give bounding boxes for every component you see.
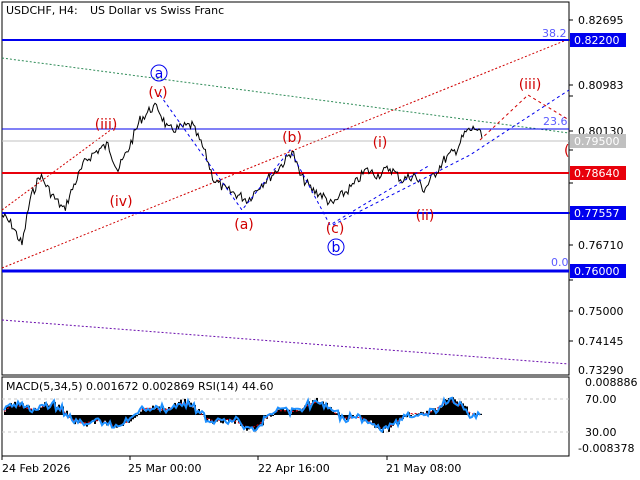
indicator-tick-max: 0.008886 <box>585 376 638 389</box>
wave-label-v: (v) <box>148 85 167 101</box>
trend-line-green <box>1 57 570 134</box>
price-tick-label: 0.74145 <box>578 335 624 348</box>
price-label-current: 0.79500 <box>570 134 626 148</box>
wave-label-b: b <box>327 238 345 256</box>
wave-label-i: (i) <box>373 135 388 151</box>
wave-label-cut: ( <box>564 143 569 159</box>
macd-bar <box>140 411 142 415</box>
macd-bar <box>278 409 280 415</box>
macd-bar <box>314 401 316 415</box>
macd-bar <box>208 415 210 419</box>
wave-label-iii: (iii) <box>95 117 118 133</box>
price-label-mid: 0.77557 <box>570 206 626 220</box>
macd-bar <box>282 408 284 415</box>
wave-path-blue <box>159 94 431 226</box>
channel-line-red-lower <box>1 125 117 211</box>
svg-text:0.76000: 0.76000 <box>574 265 620 278</box>
symbol-timeframe: USDCHF, H4: <box>6 4 78 17</box>
macd-bar <box>4 411 6 415</box>
symbol-description: US Dollar vs Swiss Franc <box>90 4 224 17</box>
svg-text:a: a <box>155 66 164 82</box>
macd-bar <box>8 406 10 415</box>
macd-bar <box>192 407 194 415</box>
price-tick-label: 0.82695 <box>578 14 624 27</box>
indicator-tick-min: -0.008378 <box>578 442 634 455</box>
chart-canvas: USDCHF, H4: US Dollar vs Swiss Franc 0.8… <box>1 1 638 475</box>
indicator-label: MACD(5,34,5) 0.001672 0.002869 RSI(14) 4… <box>6 380 273 393</box>
price-axis: 0.826950.809830.801300.767100.750000.741… <box>569 14 624 377</box>
rsi-line <box>3 396 481 434</box>
macd-bar <box>104 415 106 421</box>
macd-bar <box>370 415 372 421</box>
time-label-2: 25 Mar 00:00 <box>128 462 201 475</box>
macd-bar <box>250 415 252 428</box>
wave-label-a-minor: (a) <box>234 217 254 233</box>
macd-bar <box>118 415 120 427</box>
macd-bar <box>24 407 26 415</box>
macd-bar <box>440 407 442 415</box>
wave-projection-blue <box>332 89 570 226</box>
macd-bar <box>252 415 254 428</box>
price-tick-label: 0.76710 <box>578 239 624 252</box>
wave-label-iii-projection: (iii) <box>519 77 542 93</box>
price-tick-label: 0.75000 <box>578 305 624 318</box>
time-label-1: 24 Feb 2026 <box>2 462 70 475</box>
svg-text:0.82200: 0.82200 <box>574 34 620 47</box>
price-label-low: 0.76000 <box>570 264 626 278</box>
wave-label-ii: (ii) <box>416 208 435 224</box>
svg-text:0.78640: 0.78640 <box>574 167 620 180</box>
macd-bar <box>180 399 182 415</box>
macd-bar <box>332 411 334 415</box>
time-label-3: 22 Apr 16:00 <box>258 462 330 475</box>
macd-bar <box>40 407 42 415</box>
macd-bar <box>298 410 300 415</box>
fib-382-label: 38.2 <box>542 27 567 40</box>
macd-bar <box>380 415 382 429</box>
time-axis: 24 Feb 2026 25 Mar 00:00 22 Apr 16:00 21… <box>1 456 461 475</box>
macd-bar <box>38 409 40 415</box>
macd-bar <box>156 407 158 415</box>
svg-text:0.79500: 0.79500 <box>574 135 620 148</box>
wave-label-b-minor: (b) <box>282 130 302 146</box>
macd-bar <box>318 403 320 415</box>
fib-236-label: 23.6 <box>543 115 568 128</box>
svg-text:0.77557: 0.77557 <box>574 207 620 220</box>
macd-bar <box>258 415 260 427</box>
indicator-tick-30: 30.00 <box>585 426 617 439</box>
price-tick-label: 0.80983 <box>578 79 624 92</box>
macd-bar <box>84 415 86 424</box>
macd-bar <box>136 415 138 417</box>
fib-0-label: 0.0 <box>551 256 569 269</box>
channel-line-red <box>1 38 570 269</box>
main-pane-frame <box>1 1 570 376</box>
macd-bar <box>294 409 296 415</box>
macd-bar <box>152 405 154 415</box>
macd-bar <box>400 415 402 418</box>
indicator-tick-70: 70.00 <box>585 393 617 406</box>
macd-bar <box>92 415 94 420</box>
price-label-red: 0.78640 <box>570 166 626 180</box>
svg-text:b: b <box>332 240 341 256</box>
wave-label-iv: (iv) <box>109 194 132 210</box>
price-label-top: 0.82200 <box>570 33 626 47</box>
wave-label-c-minor: (c) <box>326 221 345 237</box>
time-label-4: 21 May 08:00 <box>386 462 461 475</box>
macd-bar <box>246 415 248 431</box>
trend-line-purple <box>1 319 570 365</box>
